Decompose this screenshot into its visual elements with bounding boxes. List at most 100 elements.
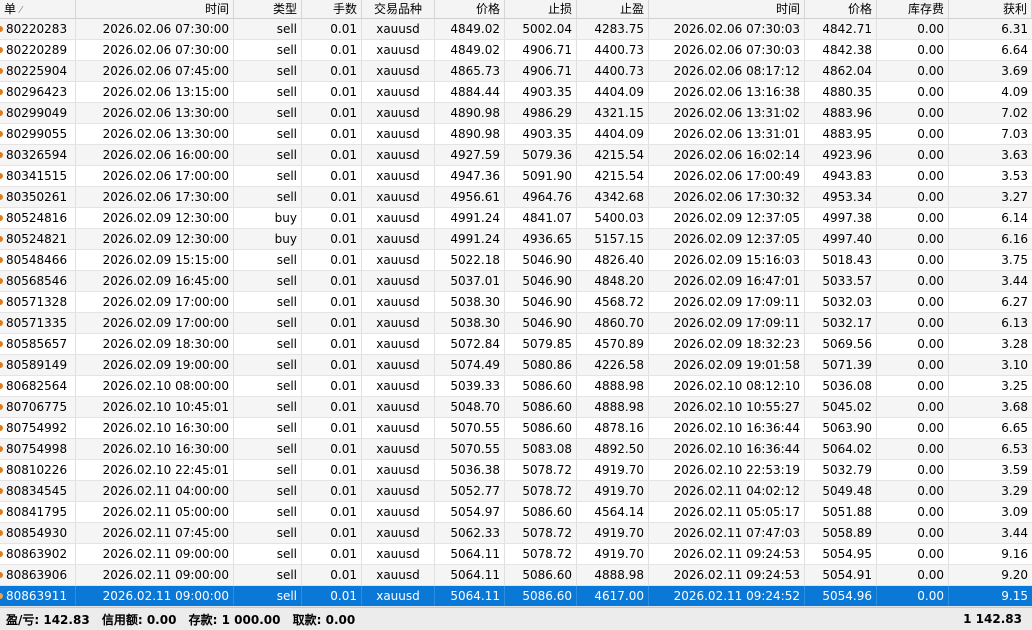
table-row[interactable]: 80841795 2026.02.11 05:00:00 sell 0.01 xauus… [0, 502, 1032, 523]
cell-take-profit: 4860.70 [577, 313, 649, 333]
table-row[interactable]: 80225904 2026.02.06 07:45:00 sell 0.01 xauus… [0, 61, 1032, 82]
cell-take-profit: 4892.50 [577, 439, 649, 459]
order-id-text: 80706775 [6, 400, 68, 414]
cell-open-price: 5070.55 [435, 439, 505, 459]
cell-type: buy [234, 208, 302, 228]
col-symbol[interactable]: 交易品种 [362, 0, 435, 18]
cell-close-time: 2026.02.09 16:47:01 [649, 271, 805, 291]
cell-open-price: 4884.44 [435, 82, 505, 102]
cell-swap: 0.00 [877, 313, 949, 333]
table-row[interactable]: 80341515 2026.02.06 17:00:00 sell 0.01 xauus… [0, 166, 1032, 187]
table-row[interactable]: 80585657 2026.02.09 18:30:00 sell 0.01 xauus… [0, 334, 1032, 355]
trade-history-table: 单 ⁄ 时间 类型 手数 交易品种 价格 止损 止盈 时间 价格 库存费 获利 8… [0, 0, 1032, 607]
table-row[interactable]: 80571335 2026.02.09 17:00:00 sell 0.01 xauus… [0, 313, 1032, 334]
table-row[interactable]: 80524821 2026.02.09 12:30:00 buy 0.01 xauusd… [0, 229, 1032, 250]
cell-close-price: 5054.95 [805, 544, 877, 564]
table-row[interactable]: 80863911 2026.02.11 09:00:00 sell 0.01 xauus… [0, 586, 1032, 607]
cell-stop-loss: 5086.60 [505, 418, 577, 438]
cell-close-price: 5051.88 [805, 502, 877, 522]
cell-symbol: xauusd [362, 229, 435, 249]
cell-volume: 0.01 [302, 229, 362, 249]
cell-close-price: 4883.95 [805, 124, 877, 144]
cell-stop-loss: 4936.65 [505, 229, 577, 249]
cell-order-id: 80754992 [0, 418, 76, 438]
table-row[interactable]: 80326594 2026.02.06 16:00:00 sell 0.01 xauus… [0, 145, 1032, 166]
col-open-time[interactable]: 时间 [76, 0, 234, 18]
table-row[interactable]: 80350261 2026.02.06 17:30:00 sell 0.01 xauus… [0, 187, 1032, 208]
col-swap[interactable]: 库存费 [877, 0, 949, 18]
table-row[interactable]: 80220289 2026.02.06 07:30:00 sell 0.01 xauus… [0, 40, 1032, 61]
cell-profit: 6.27 [1001, 295, 1028, 309]
table-row[interactable]: 80548466 2026.02.09 15:15:00 sell 0.01 xauus… [0, 250, 1032, 271]
col-take-profit[interactable]: 止盈 [577, 0, 649, 18]
cell-open-price: 4991.24 [435, 229, 505, 249]
cell-order-id: 80810226 [0, 460, 76, 480]
cell-stop-loss: 4986.29 [505, 103, 577, 123]
cell-symbol: xauusd [362, 523, 435, 543]
cell-type: sell [234, 187, 302, 207]
col-profit[interactable]: 获利 [949, 0, 1032, 18]
table-row[interactable]: 80863906 2026.02.11 09:00:00 sell 0.01 xauus… [0, 565, 1032, 586]
cell-order-id: 80834545 [0, 481, 76, 501]
table-row[interactable]: 80524816 2026.02.09 12:30:00 buy 0.01 xauusd… [0, 208, 1032, 229]
cell-volume: 0.01 [302, 208, 362, 228]
cell-swap: 0.00 [877, 481, 949, 501]
col-open-price[interactable]: 价格 [435, 0, 505, 18]
table-row[interactable]: 80682564 2026.02.10 08:00:00 sell 0.01 xauus… [0, 376, 1032, 397]
order-id-text: 80524816 [6, 211, 68, 225]
table-row[interactable]: 80299055 2026.02.06 13:30:00 sell 0.01 xauus… [0, 124, 1032, 145]
order-id-text: 80863902 [6, 547, 68, 561]
table-row[interactable]: 80568546 2026.02.09 16:45:00 sell 0.01 xauus… [0, 271, 1032, 292]
cell-open-time: 2026.02.09 19:00:00 [76, 355, 234, 375]
table-row[interactable]: 80706775 2026.02.10 10:45:01 sell 0.01 xauus… [0, 397, 1032, 418]
table-row[interactable]: 80863902 2026.02.11 09:00:00 sell 0.01 xauus… [0, 544, 1032, 565]
order-id-text: 80299055 [6, 127, 68, 141]
cell-close-price: 5032.79 [805, 460, 877, 480]
order-marker-icon [0, 467, 3, 473]
cell-order-id: 80350261 [0, 187, 76, 207]
table-row[interactable]: 80296423 2026.02.06 13:15:00 sell 0.01 xauus… [0, 82, 1032, 103]
table-row[interactable]: 80854930 2026.02.11 07:45:00 sell 0.01 xauus… [0, 523, 1032, 544]
cell-take-profit: 4919.70 [577, 460, 649, 480]
cell-open-price: 4991.24 [435, 208, 505, 228]
cell-type: sell [234, 355, 302, 375]
cell-stop-loss: 5086.60 [505, 502, 577, 522]
cell-stop-loss: 5078.72 [505, 544, 577, 564]
table-row[interactable]: 80589149 2026.02.09 19:00:00 sell 0.01 xauus… [0, 355, 1032, 376]
cell-take-profit: 4283.75 [577, 19, 649, 39]
order-id-text: 80810226 [6, 463, 68, 477]
col-order[interactable]: 单 ⁄ [0, 0, 76, 18]
cell-profit: 9.20 [1001, 568, 1028, 582]
order-id-text: 80568546 [6, 274, 68, 288]
cell-stop-loss: 5002.04 [505, 19, 577, 39]
cell-close-price: 4923.96 [805, 145, 877, 165]
table-row[interactable]: 80810226 2026.02.10 22:45:01 sell 0.01 xauus… [0, 460, 1032, 481]
cell-close-price: 5049.48 [805, 481, 877, 501]
table-header: 单 ⁄ 时间 类型 手数 交易品种 价格 止损 止盈 时间 价格 库存费 获利 [0, 0, 1032, 19]
col-volume[interactable]: 手数 [302, 0, 362, 18]
cell-volume: 0.01 [302, 460, 362, 480]
cell-close-time: 2026.02.09 19:01:58 [649, 355, 805, 375]
cell-open-time: 2026.02.06 13:30:00 [76, 103, 234, 123]
table-row[interactable]: 80299049 2026.02.06 13:30:00 sell 0.01 xauus… [0, 103, 1032, 124]
table-row[interactable]: 80220283 2026.02.06 07:30:00 sell 0.01 xauus… [0, 19, 1032, 40]
cell-open-time: 2026.02.10 16:30:00 [76, 439, 234, 459]
col-close-price[interactable]: 价格 [805, 0, 877, 18]
col-close-time[interactable]: 时间 [649, 0, 805, 18]
cell-open-time: 2026.02.06 13:30:00 [76, 124, 234, 144]
order-marker-icon [0, 593, 3, 599]
order-marker-icon [0, 173, 3, 179]
table-row[interactable]: 80754998 2026.02.10 16:30:00 sell 0.01 xauus… [0, 439, 1032, 460]
cell-profit: 3.27 [1001, 190, 1028, 204]
cell-type: sell [234, 523, 302, 543]
cell-type: sell [234, 19, 302, 39]
cell-order-id: 80863902 [0, 544, 76, 564]
cell-type: sell [234, 586, 302, 606]
cell-close-time: 2026.02.10 08:12:10 [649, 376, 805, 396]
col-type[interactable]: 类型 [234, 0, 302, 18]
table-row[interactable]: 80754992 2026.02.10 16:30:00 sell 0.01 xauus… [0, 418, 1032, 439]
table-row[interactable]: 80571328 2026.02.09 17:00:00 sell 0.01 xauus… [0, 292, 1032, 313]
col-stop-loss[interactable]: 止损 [505, 0, 577, 18]
cell-open-price: 5038.30 [435, 292, 505, 312]
table-row[interactable]: 80834545 2026.02.11 04:00:00 sell 0.01 xauus… [0, 481, 1032, 502]
